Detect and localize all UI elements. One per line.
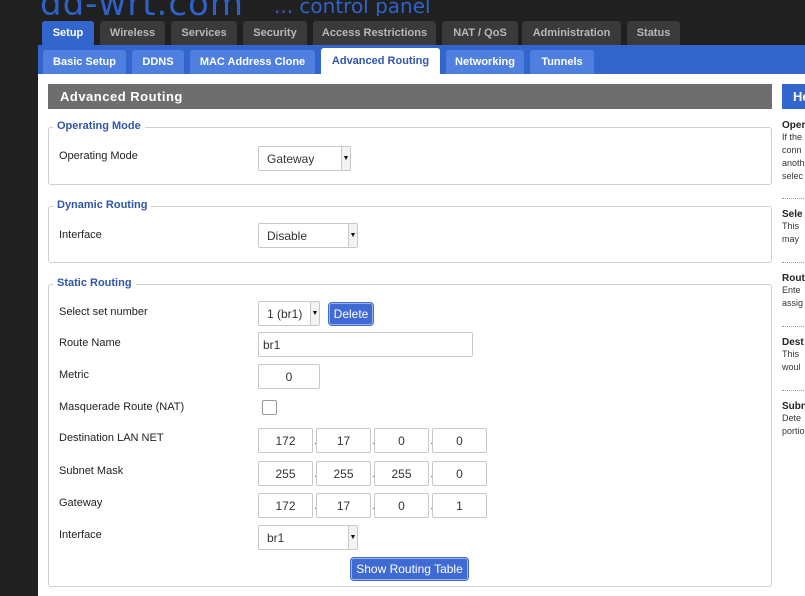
help-line: This: [782, 221, 800, 231]
tab-status[interactable]: Status: [627, 21, 680, 45]
help-block-route-name: Rout Ente assig: [782, 273, 805, 310]
destination-octet-1[interactable]: 172: [258, 428, 313, 453]
tab-access-restrictions[interactable]: Access Restrictions: [313, 21, 436, 45]
operating-mode-legend: Operating Mode: [53, 120, 145, 132]
dynamic-routing-interface-select[interactable]: Disable ▼: [258, 223, 358, 248]
tab-setup[interactable]: Setup: [42, 21, 94, 45]
chevron-down-icon: ▼: [310, 302, 319, 325]
help-block-destination: Dest This woul: [782, 337, 805, 374]
mask-octet-4[interactable]: 0: [432, 461, 487, 486]
help-line: anoth: [782, 158, 805, 168]
mask-octet-3[interactable]: 255: [374, 461, 429, 486]
metric-label: Metric: [59, 369, 89, 381]
operating-mode-select[interactable]: Gateway ▼: [258, 146, 351, 171]
help-divider: [782, 326, 805, 327]
logo: dd-wrt.com ... control panel: [40, 0, 431, 16]
help-line: If the: [782, 132, 803, 142]
tab-wireless[interactable]: Wireless: [100, 21, 165, 45]
help-line: assig: [782, 298, 804, 308]
set-number-label: Select set number: [59, 306, 148, 318]
help-line: Ente: [782, 285, 801, 295]
destination-lan-net-label: Destination LAN NET: [59, 432, 164, 444]
sub-tabs-bar: Basic Setup DDNS MAC Address Clone Advan…: [38, 45, 805, 74]
operating-mode-label: Operating Mode: [59, 150, 138, 162]
gateway-octet-1[interactable]: 172: [258, 493, 313, 518]
logo-tagline: ... control panel: [273, 0, 431, 16]
help-panel: He Oper If the conn anoth selec Sele Thi…: [782, 84, 805, 596]
tab-nat-qos[interactable]: NAT / QoS: [442, 21, 518, 45]
help-block-select-set: Sele This may: [782, 209, 805, 246]
help-title: Oper: [782, 120, 805, 131]
nat-checkbox[interactable]: [262, 400, 277, 415]
main-content: Advanced Routing Operating Mode Operatin…: [38, 74, 805, 596]
help-title: Subn: [782, 401, 805, 412]
subtab-advanced-routing[interactable]: Advanced Routing: [321, 48, 440, 74]
static-routing-legend: Static Routing: [53, 277, 136, 289]
static-interface-label: Interface: [59, 529, 102, 541]
destination-octet-3[interactable]: 0: [374, 428, 429, 453]
subtab-ddns[interactable]: DDNS: [132, 50, 184, 74]
chevron-down-icon: ▼: [341, 147, 350, 170]
help-line: selec: [782, 171, 804, 181]
subtab-networking[interactable]: Networking: [446, 50, 524, 74]
route-name-label: Route Name: [59, 337, 121, 349]
dynamic-routing-interface-label: Interface: [59, 229, 102, 241]
help-divider: [782, 198, 805, 199]
help-line: woul: [782, 362, 801, 372]
static-routing-section: Static Routing Select set number 1 (br1)…: [48, 277, 772, 587]
static-interface-select[interactable]: br1 ▼: [258, 525, 358, 550]
set-number-value: 1 (br1): [267, 306, 303, 321]
set-number-select[interactable]: 1 (br1) ▼: [258, 301, 320, 326]
operating-mode-value: Gateway: [267, 151, 315, 166]
help-line: Dete: [782, 413, 802, 423]
chevron-down-icon: ▼: [348, 224, 357, 247]
help-header: He: [782, 84, 805, 109]
help-line: may: [782, 234, 800, 244]
subtab-tunnels[interactable]: Tunnels: [530, 50, 594, 74]
dynamic-routing-section: Dynamic Routing Interface Disable ▼: [48, 199, 772, 263]
page-title: Advanced Routing: [48, 84, 772, 109]
gateway-octet-3[interactable]: 0: [374, 493, 429, 518]
operating-mode-section: Operating Mode Operating Mode Gateway ▼: [48, 120, 772, 185]
help-title: Sele: [782, 209, 803, 220]
gateway-octet-2[interactable]: 17: [316, 493, 371, 518]
mask-octet-2[interactable]: 255: [316, 461, 371, 486]
tab-administration[interactable]: Administration: [522, 21, 621, 45]
gateway-octet-4[interactable]: 1: [432, 493, 487, 518]
chevron-down-icon: ▼: [348, 526, 357, 549]
logo-brand: dd-wrt.com: [40, 0, 244, 16]
delete-button[interactable]: Delete: [329, 303, 373, 325]
destination-octet-4[interactable]: 0: [432, 428, 487, 453]
nat-label: Masquerade Route (NAT): [59, 401, 185, 413]
subtab-mac-address-clone[interactable]: MAC Address Clone: [190, 50, 315, 74]
show-routing-table-button[interactable]: Show Routing Table: [351, 558, 468, 580]
help-title: Dest: [782, 337, 804, 348]
mask-octet-1[interactable]: 255: [258, 461, 313, 486]
help-line: conn: [782, 145, 802, 155]
help-block-subnet: Subn Dete portio: [782, 401, 805, 438]
help-line: portio: [782, 426, 805, 436]
help-block-operating-mode: Oper If the conn anoth selec: [782, 120, 805, 183]
help-line: This: [782, 349, 800, 359]
subtab-basic-setup[interactable]: Basic Setup: [43, 50, 126, 74]
destination-octet-2[interactable]: 17: [316, 428, 371, 453]
gateway-label: Gateway: [59, 497, 103, 509]
help-divider: [782, 390, 805, 391]
route-name-input[interactable]: br1: [258, 332, 473, 357]
help-title: Rout: [782, 273, 805, 284]
help-divider: [782, 262, 805, 263]
subnet-mask-label: Subnet Mask: [59, 465, 124, 477]
tab-security[interactable]: Security: [243, 21, 307, 45]
dynamic-routing-value: Disable: [267, 228, 308, 243]
metric-input[interactable]: 0: [258, 364, 320, 389]
dynamic-routing-legend: Dynamic Routing: [53, 199, 152, 211]
static-interface-value: br1: [267, 530, 285, 545]
tab-services[interactable]: Services: [171, 21, 237, 45]
